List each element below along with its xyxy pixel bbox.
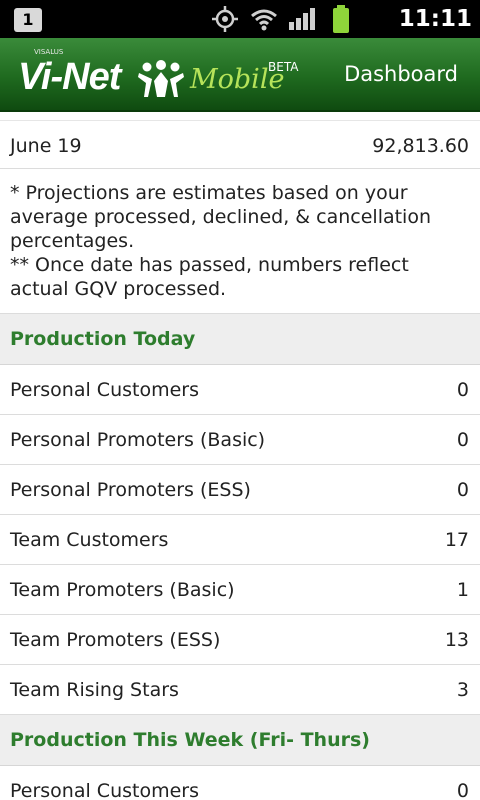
list-item[interactable]: Personal Promoters (Basic) 0 [0,415,480,465]
note-date-passed: ** Once date has passed, numbers reflect… [10,254,409,300]
list-item[interactable]: Team Promoters (ESS) 13 [0,615,480,665]
row-value: 0 [456,379,469,401]
signal-icon [289,8,315,30]
list-item[interactable]: Personal Customers 0 [0,766,480,800]
row-value: 1 [456,579,469,601]
gps-icon [212,6,238,32]
app-header: VISALUS Vi-Net Mobile BETA Dashboard [0,38,480,112]
row-value: 0 [456,429,469,451]
section-header-production-week: Production This Week (Fri- Thurs) [0,715,480,766]
note-projection-estimates: * Projections are estimates based on you… [10,182,432,252]
list-item[interactable]: Team Promoters (Basic) 1 [0,565,480,615]
status-bar: 1 11:11 PM [0,0,480,62]
row-value: 3 [456,679,469,701]
section-header-production-today: Production Today [0,314,480,365]
list-item[interactable]: Team Rising Stars 3 [0,665,480,715]
row-label: Personal Customers [10,780,199,800]
row-value: 0 [456,780,469,800]
list-item[interactable]: Personal Customers 0 [0,365,480,415]
row-label: Team Customers [10,529,169,551]
main-content[interactable]: June 19 92,813.60 * Projections are esti… [0,112,480,800]
row-value: 0 [456,479,469,501]
row-label: Team Promoters (Basic) [10,579,235,601]
projection-row: June 19 92,813.60 [0,120,480,169]
clock: 11:11 PM [398,6,472,62]
battery-icon [333,5,349,33]
wifi-icon [251,9,277,31]
row-label: Team Rising Stars [10,679,179,701]
row-value: 13 [444,629,469,651]
row-value: 17 [444,529,469,551]
row-label: Personal Promoters (Basic) [10,429,266,451]
brand-small-label: VISALUS [34,48,64,56]
notification-badge[interactable]: 1 [14,8,42,32]
row-label: Team Promoters (ESS) [10,629,221,651]
projection-value: 92,813.60 [372,135,469,157]
projection-notes: * Projections are estimates based on you… [0,169,480,314]
row-label: Personal Customers [10,379,199,401]
beta-badge: BETA [268,60,299,74]
dashboard-link[interactable]: Dashboard [344,62,458,86]
projection-date: June 19 [10,135,82,157]
people-logo-icon [138,60,184,97]
list-item[interactable]: Personal Promoters (ESS) 0 [0,465,480,515]
row-label: Personal Promoters (ESS) [10,479,251,501]
list-item[interactable]: Team Customers 17 [0,515,480,565]
brand-logo: Vi-Net [18,56,121,98]
